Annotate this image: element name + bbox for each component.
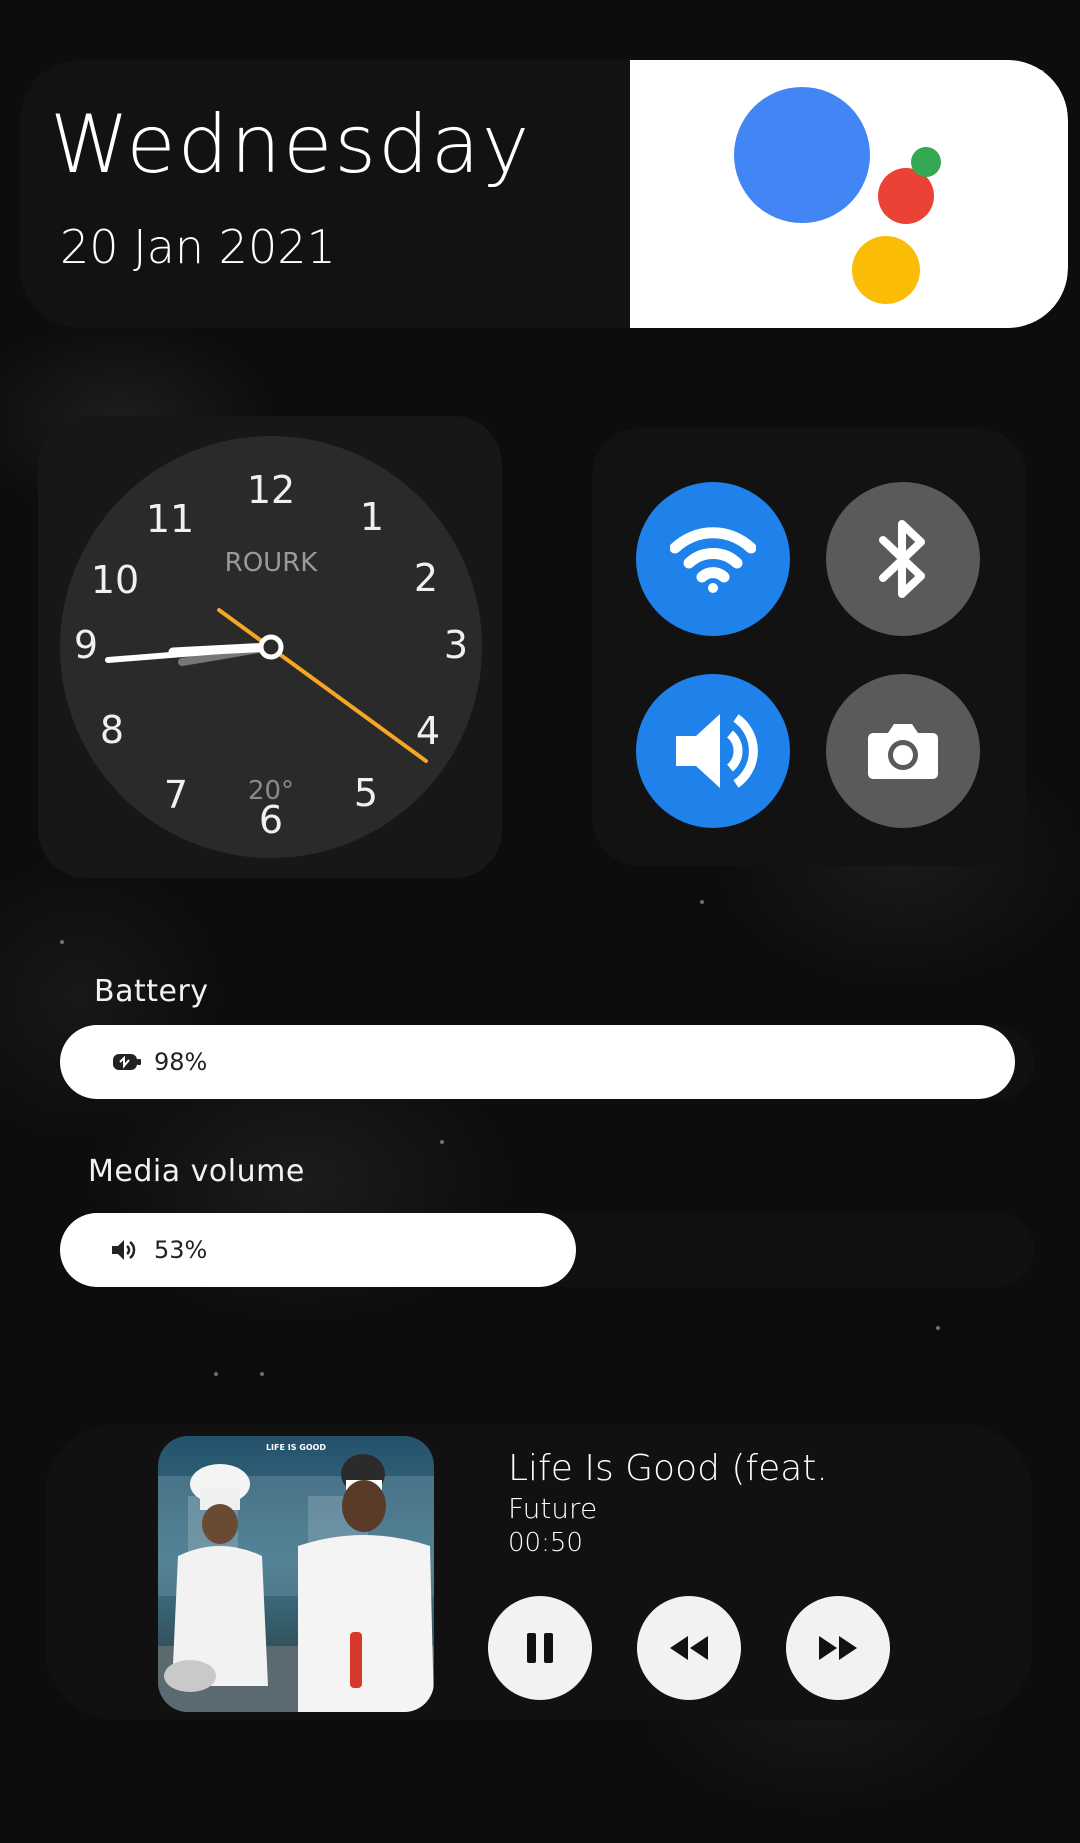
second-hand <box>217 608 428 763</box>
fast-forward-button[interactable] <box>786 1596 890 1700</box>
wallpaper-speck <box>260 1372 264 1376</box>
volume-icon <box>112 1240 136 1260</box>
sound-toggle[interactable] <box>636 674 790 828</box>
media-volume-percent: 53% <box>154 1236 208 1264</box>
battery-label: Battery <box>94 974 209 1009</box>
bluetooth-toggle[interactable] <box>826 482 980 636</box>
date-label: 20 Jan 2021 <box>60 220 336 274</box>
clock-center-pin <box>258 634 284 660</box>
pause-icon <box>527 1633 553 1663</box>
bluetooth-icon <box>879 520 925 598</box>
wallpaper-speck <box>936 1326 940 1330</box>
battery-bar: 98% <box>60 1025 1034 1099</box>
media-player-widget: LIFE IS GOOD Life Is Good (feat. Future … <box>46 1424 1032 1720</box>
assistant-green-dot <box>911 147 941 177</box>
camera-toggle[interactable] <box>826 674 980 828</box>
fast-forward-icon <box>819 1636 857 1660</box>
song-title: Life Is Good (feat. <box>508 1448 828 1489</box>
clock-face: 12 1 2 3 4 5 6 7 8 9 10 11 ROURK 20° <box>60 436 482 858</box>
speaker-icon <box>676 714 758 788</box>
date-widget[interactable]: Wednesday 20 Jan 2021 <box>20 60 1068 328</box>
album-art-image: LIFE IS GOOD <box>158 1436 434 1712</box>
rewind-icon <box>670 1636 708 1660</box>
rewind-button[interactable] <box>637 1596 741 1700</box>
google-assistant-button[interactable] <box>630 60 1068 328</box>
wallpaper-speck <box>214 1372 218 1376</box>
song-time: 00:50 <box>508 1528 583 1558</box>
wallpaper-speck <box>440 1140 444 1144</box>
media-volume-slider[interactable]: 53% <box>60 1213 1034 1287</box>
clock-hands <box>105 608 428 763</box>
hour-hand <box>168 642 276 657</box>
quick-toggles-widget <box>592 428 1026 866</box>
wallpaper-speck <box>60 940 64 944</box>
album-art-title: LIFE IS GOOD <box>266 1443 326 1452</box>
media-volume-label: Media volume <box>88 1154 305 1189</box>
wallpaper-speck <box>700 900 704 904</box>
assistant-yellow-dot <box>852 236 920 304</box>
battery-bar-fill: 98% <box>60 1025 1015 1099</box>
wifi-icon <box>670 527 756 593</box>
camera-icon <box>868 724 938 779</box>
assistant-blue-dot <box>734 87 870 223</box>
battery-icon <box>113 1054 141 1070</box>
album-art[interactable]: LIFE IS GOOD <box>158 1436 434 1712</box>
song-artist: Future <box>508 1492 598 1525</box>
pause-button[interactable] <box>488 1596 592 1700</box>
day-label: Wednesday <box>50 98 532 191</box>
analog-clock-widget[interactable]: 12 1 2 3 4 5 6 7 8 9 10 11 ROURK 20° <box>38 416 502 878</box>
battery-percent: 98% <box>154 1048 208 1076</box>
wifi-toggle[interactable] <box>636 482 790 636</box>
media-volume-fill[interactable]: 53% <box>60 1213 576 1287</box>
